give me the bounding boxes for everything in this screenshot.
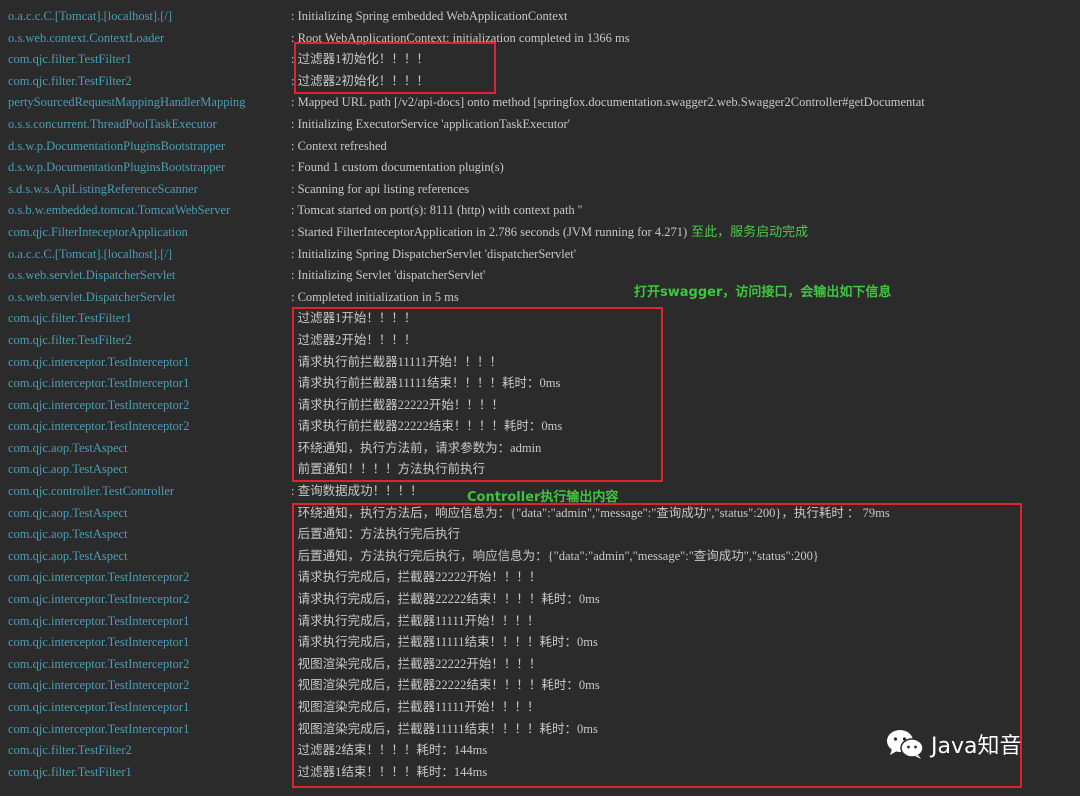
log-row: o.a.c.c.C.[Tomcat].[localhost].[/] : Init…	[0, 6, 1080, 28]
log-message-text: : Started FilterInteceptorApplication in…	[291, 224, 688, 239]
log-message: : Mapped URL path [/v2/api-docs] onto me…	[291, 92, 925, 114]
log-row: pertySourcedRequestMappingHandlerMapping…	[0, 92, 1080, 114]
log-message: : Initializing Servlet 'dispatcherServle…	[291, 265, 485, 287]
controller-annotation: Controller执行输出内容	[467, 490, 619, 505]
log-logger-name: com.qjc.interceptor.TestInterceptor2	[8, 678, 190, 693]
log-message: : Initializing ExecutorService 'applicat…	[291, 114, 570, 136]
log-logger-name: com.qjc.interceptor.TestInterceptor1	[8, 613, 190, 628]
log-logger-name: com.qjc.interceptor.TestInterceptor2	[8, 397, 190, 412]
log-message-text: : Completed initialization in 5 ms	[291, 289, 459, 304]
highlight-box-init	[294, 42, 496, 94]
log-logger-name: com.qjc.interceptor.TestInterceptor2	[8, 656, 190, 671]
log-logger-name: com.qjc.interceptor.TestInterceptor1	[8, 354, 190, 369]
log-logger-name: com.qjc.FilterInteceptorApplication	[8, 224, 188, 239]
log-message: : Found 1 custom documentation plugin(s)	[291, 157, 504, 179]
log-logger-name: com.qjc.interceptor.TestInterceptor1	[8, 721, 190, 736]
log-logger-name: com.qjc.aop.TestAspect	[8, 440, 128, 455]
watermark: Java知音	[885, 728, 1021, 760]
log-logger-name: o.a.c.c.C.[Tomcat].[localhost].[/]	[8, 9, 172, 23]
log-row: d.s.w.p.DocumentationPluginsBootstrapper…	[0, 136, 1080, 158]
swagger-annotation: 打开swagger，访问接口，会输出如下信息	[634, 285, 892, 300]
log-logger-name: com.qjc.interceptor.TestInterceptor1	[8, 700, 190, 714]
log-logger-name: com.qjc.controller.TestController	[8, 484, 175, 499]
wechat-icon	[887, 730, 924, 759]
log-message: : 查询数据成功！！！！	[291, 481, 423, 503]
log-message-text: : Found 1 custom documentation plugin(s)	[291, 160, 504, 175]
log-logger-name: o.s.web.servlet.DispatcherServlet	[8, 289, 176, 304]
log-row: o.s.web.context.ContextLoader: Root WebA…	[0, 28, 1080, 50]
log-message-text: : Mapped URL path [/v2/api-docs] onto me…	[291, 95, 925, 110]
log-logger-name: com.qjc.filter.TestFilter1	[8, 52, 132, 67]
log-message-text: : Initializing ExecutorService 'applicat…	[291, 116, 570, 131]
log-row: o.s.web.servlet.DispatcherServlet : Initi…	[0, 265, 1080, 287]
log-row: com.qjc.FilterInteceptorApplication : Sta…	[0, 222, 1080, 244]
log-logger-name: com.qjc.aop.TestAspect	[8, 548, 128, 563]
log-row: o.s.b.w.embedded.tomcat.TomcatWebServer:…	[0, 200, 1080, 222]
log-logger-name: com.qjc.interceptor.TestInterceptor1	[8, 376, 190, 391]
log-message-text: : Tomcat started on port(s): 8111 (http)…	[291, 203, 583, 218]
log-row: o.s.s.concurrent.ThreadPoolTaskExecutor:…	[0, 114, 1080, 136]
log-logger-name: com.qjc.interceptor.TestInterceptor2	[8, 570, 190, 585]
log-logger-name: com.qjc.filter.TestFilter1	[8, 764, 132, 779]
log-logger-name: com.qjc.aop.TestAspect	[8, 462, 128, 477]
log-message-text: : Initializing Spring DispatcherServlet …	[291, 246, 576, 261]
log-message: : Completed initialization in 5 ms	[291, 287, 459, 309]
log-row: s.d.s.w.s.ApiListingReferenceScanner : Sc…	[0, 179, 1080, 201]
log-message-text: : 查询数据成功！！！！	[291, 484, 423, 499]
log-logger-name: o.s.web.servlet.DispatcherServlet	[8, 268, 176, 283]
log-message-text: : Scanning for api listing references	[291, 181, 470, 196]
log-logger-name: d.s.w.p.DocumentationPluginsBootstrapper	[8, 138, 226, 153]
log-logger-name: com.qjc.aop.TestAspect	[8, 527, 128, 542]
log-logger-name: o.s.web.context.ContextLoader	[8, 30, 165, 45]
log-logger-name: com.qjc.filter.TestFilter2	[8, 73, 132, 88]
log-message: : Initializing Spring DispatcherServlet …	[291, 244, 576, 266]
log-logger-name: com.qjc.filter.TestFilter1	[8, 311, 132, 326]
log-logger-name: pertySourcedRequestMappingHandlerMapping	[8, 95, 246, 110]
log-message: : Initializing Spring embedded WebApplic…	[291, 6, 568, 28]
log-message: : Started FilterInteceptorApplication in…	[291, 222, 808, 244]
watermark-text: Java知音	[931, 734, 1022, 759]
log-logger-name: com.qjc.aop.TestAspect	[8, 505, 128, 520]
log-row: o.a.c.c.C.[Tomcat].[localhost].[/] : Init…	[0, 244, 1080, 266]
log-logger-name: com.qjc.filter.TestFilter2	[8, 743, 132, 758]
log-logger-name: s.d.s.w.s.ApiListingReferenceScanner	[8, 181, 198, 196]
log-message-text: : Context refreshed	[291, 138, 387, 153]
log-message: : Tomcat started on port(s): 8111 (http)…	[291, 200, 582, 222]
highlight-box-request	[292, 307, 663, 482]
log-message-text: : Initializing Spring embedded WebApplic…	[291, 9, 568, 23]
log-logger-name: com.qjc.interceptor.TestInterceptor2	[8, 592, 190, 607]
log-logger-name: o.s.b.w.embedded.tomcat.TomcatWebServer	[8, 203, 231, 218]
log-logger-name: com.qjc.filter.TestFilter2	[8, 332, 132, 347]
log-message-text: : Initializing Servlet 'dispatcherServle…	[291, 268, 486, 283]
log-logger-name: com.qjc.interceptor.TestInterceptor2	[8, 419, 190, 434]
startup-complete-note: 至此，服务启动完成	[691, 224, 809, 240]
log-logger-name: o.a.c.c.C.[Tomcat].[localhost].[/]	[8, 246, 172, 261]
log-row: d.s.w.p.DocumentationPluginsBootstrapper…	[0, 157, 1080, 179]
log-logger-name: d.s.w.p.DocumentationPluginsBootstrapper	[8, 160, 226, 175]
log-row: com.qjc.filter.TestFilter1: 过滤器1初始化！！！！	[0, 49, 1080, 71]
log-row: o.s.web.servlet.DispatcherServlet : Compl…	[0, 287, 1080, 309]
log-logger-name: o.s.s.concurrent.ThreadPoolTaskExecutor	[8, 116, 217, 131]
log-message: : Scanning for api listing references	[291, 179, 469, 201]
log-message: : Context refreshed	[291, 136, 387, 158]
log-row: com.qjc.filter.TestFilter2: 过滤器2初始化！！！！	[0, 71, 1080, 93]
log-logger-name: com.qjc.interceptor.TestInterceptor1	[8, 635, 190, 650]
